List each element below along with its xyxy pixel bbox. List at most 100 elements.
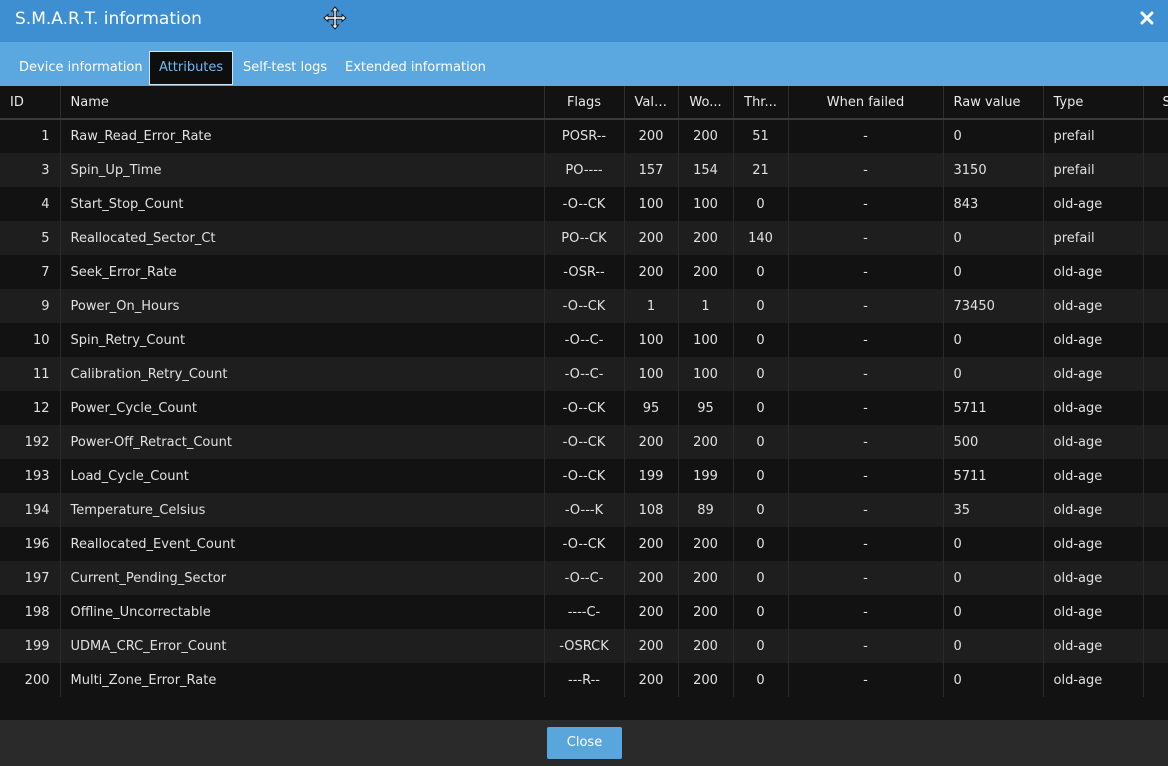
table-row[interactable]: 10 Spin_Retry_Count -O--C- 100 100 0-0 old-age: [0, 323, 1168, 357]
table-row[interactable]: 7 Seek_Error_Rate -OSR-- 200 200 0-0 old-age: [0, 255, 1168, 289]
cell-raw-value: 843: [943, 187, 1044, 221]
tab-extended-information[interactable]: Extended information: [336, 51, 495, 85]
column-header-raw-value[interactable]: Raw value: [943, 86, 1044, 120]
cell-threshold: 51: [733, 119, 789, 153]
table-row[interactable]: 5 Reallocated_Sector_Ct PO--CK 200 200 140-0 p…: [0, 221, 1168, 255]
cell-threshold: 0: [733, 595, 789, 629]
cell-raw-value: 5711: [943, 459, 1044, 493]
cell-status: [1143, 357, 1168, 391]
table-row[interactable]: 193 Load_Cycle_Count -O--CK 199 199 0-5711 old…: [0, 459, 1168, 493]
table-row[interactable]: 199 UDMA_CRC_Error_Count -OSRCK 200 200 0-0 ol…: [0, 629, 1168, 663]
cell-threshold: 0: [733, 187, 789, 221]
table-row[interactable]: 9 Power_On_Hours -O--CK 1 1 0-73450 old-age: [0, 289, 1168, 323]
cell-worst: 200: [678, 425, 734, 459]
cell-value: 200: [624, 221, 679, 255]
cell-status: [1143, 187, 1168, 221]
cell-value: 200: [624, 595, 679, 629]
cell-worst: 89: [678, 493, 734, 527]
tab-device-information[interactable]: Device information: [10, 51, 152, 85]
cell-threshold: 0: [733, 323, 789, 357]
table-row[interactable]: 3 Spin_Up_Time PO---- 157 154 21-3150 prefail: [0, 153, 1168, 187]
cell-status: [1143, 255, 1168, 289]
cell-raw-value: 0: [943, 629, 1044, 663]
cell-status: [1143, 221, 1168, 255]
cell-flags: ---R--: [544, 663, 625, 697]
column-header-when-failed[interactable]: When failed: [788, 86, 944, 120]
table-row[interactable]: 197 Current_Pending_Sector -O--C- 200 200 0-0…: [0, 561, 1168, 595]
cell-name: Power-Off_Retract_Count: [60, 425, 545, 459]
cell-status: [1143, 153, 1168, 187]
cell-value: 200: [624, 119, 679, 153]
cell-raw-value: 0: [943, 221, 1044, 255]
cell-value: 199: [624, 459, 679, 493]
cell-id: 11: [0, 357, 61, 391]
cell-type: old-age: [1043, 323, 1144, 357]
column-header-id[interactable]: ID: [0, 86, 61, 120]
cell-threshold: 0: [733, 289, 789, 323]
cell-when-failed: -: [788, 357, 944, 391]
close-icon[interactable]: [1140, 11, 1154, 25]
cell-worst: 1: [678, 289, 734, 323]
tab-self-test-logs[interactable]: Self-test logs: [234, 51, 336, 85]
cell-threshold: 0: [733, 255, 789, 289]
cell-threshold: 0: [733, 493, 789, 527]
cell-name: Seek_Error_Rate: [60, 255, 545, 289]
cell-name: Calibration_Retry_Count: [60, 357, 545, 391]
cell-when-failed: -: [788, 221, 944, 255]
column-header-threshold[interactable]: Thr...: [733, 86, 789, 120]
cell-when-failed: -: [788, 527, 944, 561]
tab-attributes[interactable]: Attributes: [149, 51, 234, 85]
column-header-flags[interactable]: Flags: [544, 86, 625, 120]
cell-when-failed: -: [788, 629, 944, 663]
cell-worst: 199: [678, 459, 734, 493]
cell-raw-value: 0: [943, 323, 1044, 357]
cell-value: 1: [624, 289, 679, 323]
cell-raw-value: 0: [943, 663, 1044, 697]
attributes-grid: ID Name Flags Value Wo... Thr... When fa…: [0, 86, 1168, 720]
cell-type: old-age: [1043, 493, 1144, 527]
cell-raw-value: 0: [943, 561, 1044, 595]
cell-when-failed: -: [788, 289, 944, 323]
table-row[interactable]: 12 Power_Cycle_Count -O--CK 95 95 0-5711 old-a…: [0, 391, 1168, 425]
cell-flags: -O--C-: [544, 561, 625, 595]
table-row[interactable]: 1 Raw_Read_Error_Rate POSR-- 200 200 51-0 pref…: [0, 119, 1168, 153]
table-row[interactable]: 198 Offline_Uncorrectable ----C- 200 200 0-0 o…: [0, 595, 1168, 629]
cell-id: 10: [0, 323, 61, 357]
table-row[interactable]: 4 Start_Stop_Count -O--CK 100 100 0-843 old-ag…: [0, 187, 1168, 221]
cell-value: 95: [624, 391, 679, 425]
table-row[interactable]: 196 Reallocated_Event_Count -O--CK 200 200 0-…: [0, 527, 1168, 561]
cell-raw-value: 500: [943, 425, 1044, 459]
column-header-worst[interactable]: Wo...: [678, 86, 734, 120]
table-row[interactable]: 11 Calibration_Retry_Count -O--C- 100 100 0-0…: [0, 357, 1168, 391]
column-header-status[interactable]: Status: [1143, 86, 1168, 120]
table-row[interactable]: 194 Temperature_Celsius -O---K 108 89 0-35 old…: [0, 493, 1168, 527]
cell-name: Offline_Uncorrectable: [60, 595, 545, 629]
cell-flags: -O--CK: [544, 527, 625, 561]
cell-flags: -O--CK: [544, 289, 625, 323]
close-button[interactable]: Close: [547, 727, 622, 759]
cell-type: old-age: [1043, 561, 1144, 595]
cell-name: Multi_Zone_Error_Rate: [60, 663, 545, 697]
column-header-type[interactable]: Type: [1043, 86, 1144, 120]
column-header-value[interactable]: Value: [624, 86, 679, 120]
cell-id: 194: [0, 493, 61, 527]
column-header-name[interactable]: Name: [60, 86, 545, 120]
table-row[interactable]: 192 Power-Off_Retract_Count -O--CK 200 200 0-…: [0, 425, 1168, 459]
cell-worst: 200: [678, 595, 734, 629]
cell-value: 100: [624, 323, 679, 357]
table-row[interactable]: 200 Multi_Zone_Error_Rate ---R-- 200 200 0-0 o…: [0, 663, 1168, 697]
cell-value: 157: [624, 153, 679, 187]
cell-flags: -O--C-: [544, 323, 625, 357]
cell-threshold: 0: [733, 425, 789, 459]
cell-flags: -OSR--: [544, 255, 625, 289]
dialog-titlebar[interactable]: S.M.A.R.T. information: [0, 0, 1168, 42]
cell-worst: 200: [678, 255, 734, 289]
cell-name: Power_On_Hours: [60, 289, 545, 323]
cell-id: 198: [0, 595, 61, 629]
cell-status: [1143, 493, 1168, 527]
cell-id: 5: [0, 221, 61, 255]
cell-id: 1: [0, 119, 61, 153]
cell-value: 200: [624, 255, 679, 289]
cell-id: 3: [0, 153, 61, 187]
cell-value: 200: [624, 425, 679, 459]
